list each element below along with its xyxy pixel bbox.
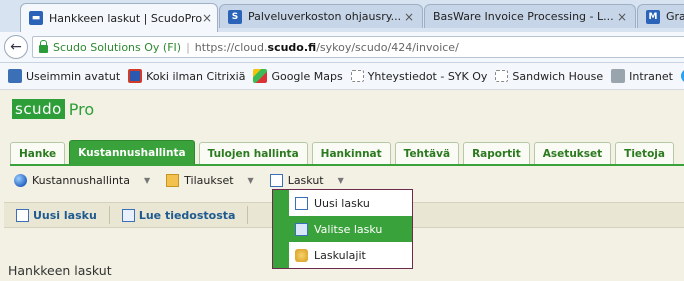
invoice-types-icon <box>295 248 308 262</box>
url-prefix: https://cloud. <box>194 40 268 54</box>
s-icon: S <box>228 9 242 24</box>
page-title: Hankkeen laskut <box>8 263 112 278</box>
tab-asetukset[interactable]: Asetukset <box>533 142 612 164</box>
subnav-tilaukset[interactable]: Tilaukset ▼ <box>166 173 254 187</box>
back-button[interactable]: ← <box>4 35 28 59</box>
logo-pro: Pro <box>68 99 95 119</box>
divider <box>108 206 110 224</box>
new-invoice-icon <box>16 208 29 222</box>
tab-title: Gran <box>666 10 684 23</box>
tab-kustannushallinta[interactable]: Kustannushallinta <box>69 140 195 164</box>
bookmark-label: Yhteystiedot - SYK Oy <box>367 69 488 83</box>
new-invoice-icon <box>295 196 308 210</box>
close-icon[interactable]: × <box>202 11 212 25</box>
bookmarks-bar: Useimmin avatut Koki ilman Citrixiä Goog… <box>0 63 684 90</box>
bookmark-google-maps[interactable]: Google Maps <box>253 69 343 83</box>
select-invoice-icon <box>295 222 308 236</box>
menu-stripe <box>273 242 289 268</box>
site-identity: Scudo Solutions Oy (FI) <box>53 40 182 54</box>
url-host: scudo.fi <box>267 40 317 54</box>
read-from-file-button[interactable]: Lue tiedostosta <box>121 208 236 222</box>
subnav-label: Tilaukset <box>184 173 234 187</box>
globe-icon <box>14 173 27 187</box>
bookmark-label: Google Maps <box>271 69 343 83</box>
tab-title: BasWare Invoice Processing - L... <box>433 10 614 23</box>
m-icon: M <box>646 9 660 24</box>
bookmark-koki[interactable]: Koki ilman Citrixiä <box>128 69 245 83</box>
read-from-file-label: Lue tiedostosta <box>138 208 236 222</box>
menu-item-label: Valitse lasku <box>314 222 383 236</box>
logo-box: scudo <box>12 99 65 119</box>
document-icon <box>269 173 283 187</box>
folder-icon <box>495 70 509 82</box>
menu-item-label: Laskulajit <box>314 248 366 262</box>
folder-icon <box>350 70 364 82</box>
bookmark-label: Sandwich House <box>512 69 604 83</box>
back-arrow-icon: ← <box>10 39 22 55</box>
lock-icon <box>39 39 48 53</box>
most-visited-icon <box>8 69 22 83</box>
tab-raportit[interactable]: Raportit <box>463 142 530 164</box>
subnav-label: Kustannushallinta <box>32 173 130 187</box>
bookmark-icon <box>128 69 143 83</box>
tab-title: Palveluverkoston ohjausry... <box>248 10 402 23</box>
tab-hanke[interactable]: Hanke <box>10 142 66 164</box>
new-invoice-button[interactable]: Uusi lasku <box>16 208 97 222</box>
chevron-down-icon[interactable]: ▼ <box>248 176 254 185</box>
browser-toolbar: ← Scudo Solutions Oy (FI) | https://clou… <box>0 32 684 63</box>
bookmark-label: Koki ilman Citrixiä <box>146 69 246 83</box>
subnav-label: Laskut <box>287 173 324 187</box>
bookmark-sandwich-house[interactable]: Sandwich House <box>495 70 603 83</box>
intranet-icon <box>611 69 626 83</box>
bookmark-intranet[interactable]: Intranet <box>611 69 673 83</box>
browser-tab-basware[interactable]: BasWare Invoice Processing - L... × <box>424 4 636 28</box>
menu-item-label: Uusi lasku <box>314 196 370 210</box>
close-icon[interactable]: × <box>404 10 414 24</box>
sub-nav: Kustannushallinta ▼ Tilaukset ▼ Laskut ▼ <box>14 170 360 190</box>
nav-underline <box>10 164 684 166</box>
main-nav-tabs: Hanke Kustannushallinta Tulojen hallinta… <box>10 140 678 164</box>
new-invoice-label: Uusi lasku <box>33 208 97 222</box>
menu-item-select-invoice[interactable]: Valitse lasku <box>273 216 412 242</box>
address-bar[interactable]: Scudo Solutions Oy (FI) | https://cloud.… <box>32 36 684 58</box>
tab-title: Hankkeen laskut | ScudoPro <box>49 11 203 25</box>
menu-stripe <box>273 216 289 242</box>
url-path: /sykoy/scudo/424/invoice/ <box>316 40 459 54</box>
scudo-icon: ▬ <box>29 11 43 25</box>
subnav-kustannushallinta[interactable]: Kustannushallinta ▼ <box>14 173 150 187</box>
bookmark-label: Useimmin avatut <box>26 69 121 83</box>
scudo-pro-logo[interactable]: scudo Pro <box>12 99 94 119</box>
folder-icon <box>166 173 180 187</box>
import-file-icon <box>121 208 135 222</box>
tab-hankinnat[interactable]: Hankinnat <box>311 142 391 164</box>
tab-tehtava[interactable]: Tehtävä <box>394 142 460 164</box>
tab-tulojen-hallinta[interactable]: Tulojen hallinta <box>198 142 308 164</box>
chevron-down-icon[interactable]: ▼ <box>144 176 150 185</box>
bookmark-label: Intranet <box>629 69 673 83</box>
close-icon[interactable]: × <box>617 10 627 24</box>
laskut-dropdown-menu: Uusi lasku Valitse lasku Laskulajit <box>272 189 413 269</box>
browser-tab-palveluverkosto[interactable]: S Palveluverkoston ohjausry... × <box>219 4 423 28</box>
subnav-laskut[interactable]: Laskut ▼ <box>269 173 344 187</box>
menu-stripe <box>273 190 289 216</box>
divider <box>247 206 249 224</box>
bookmark-most-visited[interactable]: Useimmin avatut <box>8 69 120 83</box>
maps-icon <box>253 69 268 83</box>
menu-item-invoice-types[interactable]: Laskulajit <box>273 242 412 268</box>
tab-tietoja[interactable]: Tietoja <box>615 142 674 164</box>
browser-tab-gran[interactable]: M Gran <box>637 4 684 28</box>
menu-item-new-invoice[interactable]: Uusi lasku <box>273 190 412 216</box>
chevron-down-icon[interactable]: ▼ <box>338 176 344 185</box>
bookmark-yhteystiedot[interactable]: Yhteystiedot - SYK Oy <box>350 69 488 83</box>
address-separator: | <box>186 40 190 54</box>
browser-tab-strip: ▬ Hankkeen laskut | ScudoPro × S Palvelu… <box>0 0 684 32</box>
browser-tab-scudo[interactable]: ▬ Hankkeen laskut | ScudoPro × <box>20 3 218 32</box>
